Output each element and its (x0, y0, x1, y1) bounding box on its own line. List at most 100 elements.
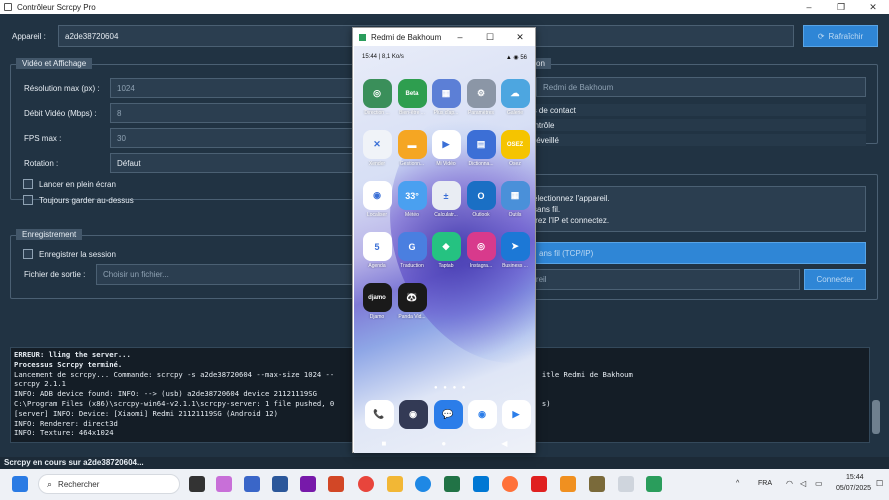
bitrate-input[interactable]: 8 (110, 103, 360, 123)
phone-app[interactable]: OSEZ Osez (497, 130, 533, 167)
pdf-icon[interactable] (531, 476, 547, 492)
phone-app[interactable]: Beta Bien-être ... (394, 79, 430, 116)
app-icon[interactable]: ☁ (500, 79, 530, 108)
refresh-button[interactable]: ⟳ Rafraîchir (803, 25, 878, 47)
app-icon[interactable]: 33° (397, 181, 427, 210)
app-icon[interactable]: djamo (362, 283, 392, 312)
back-button[interactable]: ◀ (501, 439, 507, 448)
firefox-icon[interactable] (502, 476, 518, 492)
dock-app[interactable]: ◉ (395, 400, 431, 431)
phone-app[interactable]: ▬ Gestionn... (394, 130, 430, 167)
phone-app[interactable]: O Outlook (463, 181, 499, 218)
chevron-up-icon[interactable]: ^ (736, 480, 739, 487)
excel-icon[interactable] (444, 476, 460, 492)
phone-app[interactable]: djamo Djamo (359, 283, 395, 320)
phone-app[interactable]: ▤ Dictionna... (463, 130, 499, 167)
language-indicator[interactable]: FRA (758, 480, 772, 487)
wifi-icon[interactable]: ◠ (786, 479, 793, 488)
copilot-icon[interactable] (216, 476, 232, 492)
battery-icon[interactable]: ▭ (815, 479, 823, 488)
app-icon[interactable]: 🐼 (397, 283, 427, 312)
app-icon[interactable]: ◉ (362, 181, 392, 210)
file-explorer-icon[interactable] (387, 476, 403, 492)
ip-input[interactable]: pareil (520, 269, 800, 290)
powerpoint-icon[interactable] (328, 476, 344, 492)
chrome-icon[interactable] (358, 476, 374, 492)
app-icon[interactable]: O (466, 181, 496, 210)
phone-app[interactable]: G Traduction (394, 232, 430, 269)
fullscreen-checkbox[interactable]: Lancer en plein écran (23, 179, 116, 189)
app-icon[interactable]: ± (431, 181, 461, 210)
phone-app[interactable]: ⚙ Paramètres (463, 79, 499, 116)
app-icon[interactable]: ◎ (362, 79, 392, 108)
maximize-button[interactable]: ❐ (825, 0, 857, 14)
task-view-icon[interactable] (189, 476, 205, 492)
app-icon[interactable]: ▦ (431, 79, 461, 108)
home-button[interactable]: ● (441, 439, 446, 448)
phone-maximize-button[interactable]: ☐ (475, 28, 505, 46)
always-on-top-checkbox[interactable]: Toujours garder au-dessus (23, 195, 134, 205)
phone-app[interactable]: ▦ Plus d'ap... (428, 79, 464, 116)
close-button[interactable]: ✕ (857, 0, 889, 14)
dock-app[interactable]: 💬 (430, 400, 466, 431)
app-icon-2[interactable] (560, 476, 576, 492)
onenote-icon[interactable] (300, 476, 316, 492)
app-icon[interactable]: ▬ (397, 130, 427, 159)
phone-close-button[interactable]: ✕ (505, 28, 535, 46)
console-scrollbar[interactable] (872, 400, 880, 434)
phone-app[interactable]: ✕ Xender (359, 130, 395, 167)
app-icon[interactable]: OSEZ (500, 130, 530, 159)
word-icon[interactable] (272, 476, 288, 492)
edge-icon[interactable] (415, 476, 431, 492)
dock-icon[interactable]: 📞 (364, 400, 394, 429)
dock-app[interactable]: ◉ (464, 400, 500, 431)
max-res-input[interactable]: 1024 (110, 78, 360, 98)
output-file-input[interactable]: Choisir un fichier... (96, 264, 360, 285)
app-icon[interactable]: ✕ (362, 130, 392, 159)
phone-app[interactable]: ▶ Mi Vidéo (428, 130, 464, 167)
connect-button[interactable]: Connecter (804, 269, 866, 290)
checkbox-box[interactable] (23, 179, 33, 189)
phone-app[interactable]: 33° Météo (394, 181, 430, 218)
phone-app[interactable]: ☁ Galerie (497, 79, 533, 116)
phone-app[interactable]: 🐼 Panda Vid... (394, 283, 430, 320)
app-icon[interactable]: ▶ (431, 130, 461, 159)
phone-app[interactable]: ▦ Outils (497, 181, 533, 218)
wireless-button[interactable]: ans fil (TCP/IP) (520, 242, 866, 264)
app-icon[interactable]: Beta (397, 79, 427, 108)
option-control[interactable]: contrôle (520, 119, 866, 131)
option-stay-awake[interactable]: eil éveillé (520, 134, 866, 146)
window-title-input[interactable]: Redmi de Bakhoum (536, 77, 866, 97)
phone-screen[interactable]: 15:44 | 8,1 Ko/s ▲ ◉ 56 ● ● ● ● ■ ● ◀ ◎ D… (354, 46, 535, 453)
checkbox-box[interactable] (23, 195, 33, 205)
clock-date[interactable]: 05/07/2025 (836, 485, 871, 492)
record-checkbox[interactable]: Enregistrer la session (23, 249, 116, 259)
app-icon[interactable]: ◆ (431, 232, 461, 261)
phone-app[interactable]: ± Calculatr... (428, 181, 464, 218)
app-icon[interactable]: ➤ (500, 232, 530, 261)
minimize-button[interactable]: – (793, 0, 825, 14)
windows-start-icon[interactable] (12, 476, 28, 492)
phone-app[interactable]: ◉ Localiser (359, 181, 395, 218)
dock-app[interactable]: ▶ (498, 400, 534, 431)
vscode-icon[interactable] (473, 476, 489, 492)
file-icon[interactable] (618, 476, 634, 492)
app-icon[interactable]: G (397, 232, 427, 261)
phone-app[interactable]: ➤ Business ... (497, 232, 533, 269)
dock-icon[interactable]: 💬 (433, 400, 463, 429)
app-icon[interactable]: 5 (362, 232, 392, 261)
app-icon[interactable]: ◎ (466, 232, 496, 261)
dock-icon[interactable]: ◉ (398, 400, 428, 429)
checkbox-box[interactable] (23, 249, 33, 259)
fps-input[interactable]: 30 (110, 128, 360, 148)
notification-icon[interactable]: ☐ (876, 479, 883, 488)
app-icon-3[interactable] (589, 476, 605, 492)
dock-icon[interactable]: ◉ (467, 400, 497, 429)
taskbar-search[interactable]: ⌕ Rechercher (38, 474, 180, 494)
scrcpy-taskbar-icon[interactable] (646, 476, 662, 492)
phone-app[interactable]: ◎ Instagra... (463, 232, 499, 269)
dock-icon[interactable]: ▶ (501, 400, 531, 429)
app-icon-1[interactable] (244, 476, 260, 492)
phone-app[interactable]: 5 Agenda (359, 232, 395, 269)
rotation-select[interactable]: Défaut (110, 153, 360, 173)
